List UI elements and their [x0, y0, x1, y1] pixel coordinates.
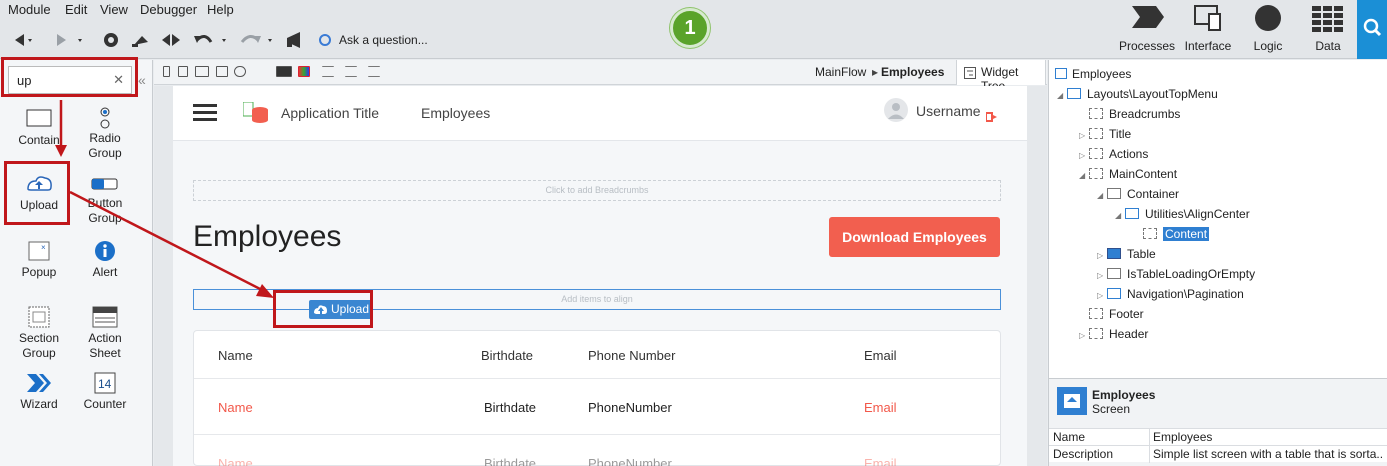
block-icon	[1107, 288, 1121, 299]
tree-node-content[interactable]: Content	[1143, 225, 1210, 243]
property-row-name[interactable]: Name Employees	[1049, 428, 1387, 446]
tree-node-istableloading[interactable]: ▷ IsTableLoadingOrEmpty	[1097, 265, 1255, 283]
widget-tree-panel: Employees ◢ Layouts\LayoutTopMenu Breadcr…	[1048, 60, 1387, 378]
block-icon	[1125, 208, 1139, 219]
screen-icon	[1057, 387, 1087, 415]
tree-node-actions[interactable]: ▷ Actions	[1079, 145, 1148, 163]
tree-node-aligncenter[interactable]: ◢ Utilities\AlignCenter	[1115, 205, 1250, 223]
property-row-description[interactable]: Description Simple list screen with a tab…	[1049, 445, 1387, 463]
tree-node-layout[interactable]: ◢ Layouts\LayoutTopMenu	[1057, 85, 1218, 103]
tree-node-title[interactable]: ▷ Title	[1079, 125, 1131, 143]
tree-node-footer[interactable]: Footer	[1089, 305, 1144, 323]
properties-title: Employees	[1092, 388, 1156, 402]
block-icon	[1067, 88, 1081, 99]
table-icon	[1107, 248, 1121, 259]
properties-panel: Employees Screen Name Employees Descripti…	[1048, 378, 1387, 466]
tree-node-breadcrumbs[interactable]: Breadcrumbs	[1089, 105, 1180, 123]
tree-node-maincontent[interactable]: ◢ MainContent	[1079, 165, 1177, 183]
tree-node-header[interactable]: ▷ Header	[1079, 325, 1148, 343]
tree-node-pagination[interactable]: ▷ Navigation\Pagination	[1097, 285, 1244, 303]
tree-node-table[interactable]: ▷ Table	[1097, 245, 1156, 263]
properties-subtitle: Screen	[1092, 402, 1131, 416]
screen-icon	[1055, 68, 1067, 79]
tree-node-container[interactable]: ◢ Container	[1097, 185, 1179, 203]
tree-root[interactable]: Employees	[1055, 65, 1131, 83]
